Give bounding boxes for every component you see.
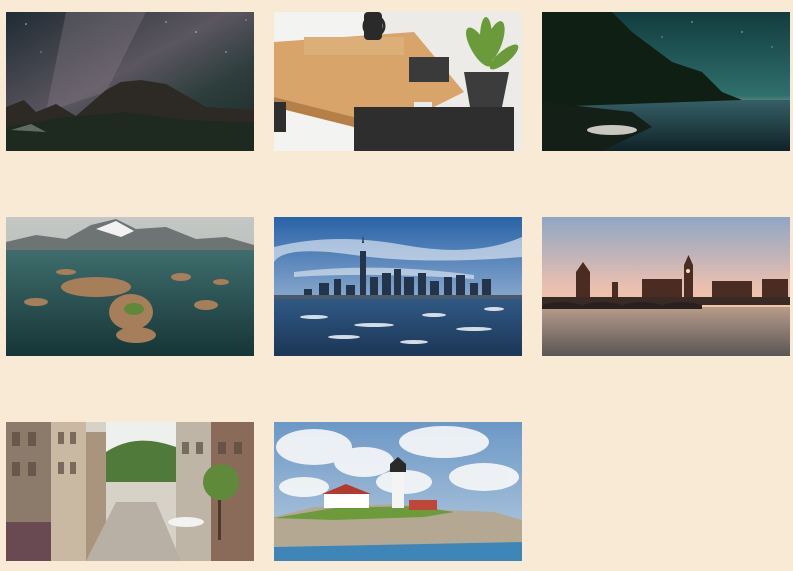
gallery-item-milky-way[interactable] (6, 12, 254, 151)
gallery-item-lighthouse[interactable] (274, 422, 522, 561)
photo-gallery (0, 0, 793, 571)
milky-way-mountain-image (6, 12, 254, 151)
gallery-item-old-town[interactable] (6, 422, 254, 561)
coastal-islands-mountains-image (6, 217, 254, 356)
night-lake-forest-image (542, 12, 790, 151)
gallery-item-desk[interactable] (274, 12, 522, 151)
gallery-item-night-lake[interactable] (542, 12, 790, 151)
desk-workspace-image (274, 12, 522, 151)
gallery-item-london-sunset[interactable] (542, 217, 790, 356)
gallery-item-city-skyline[interactable] (274, 217, 522, 356)
lighthouse-coast-image (274, 422, 522, 561)
city-skyline-water-image (274, 217, 522, 356)
london-bridge-sunset-image (542, 217, 790, 356)
old-town-street-image (6, 422, 254, 561)
gallery-item-coastal-islands[interactable] (6, 217, 254, 356)
